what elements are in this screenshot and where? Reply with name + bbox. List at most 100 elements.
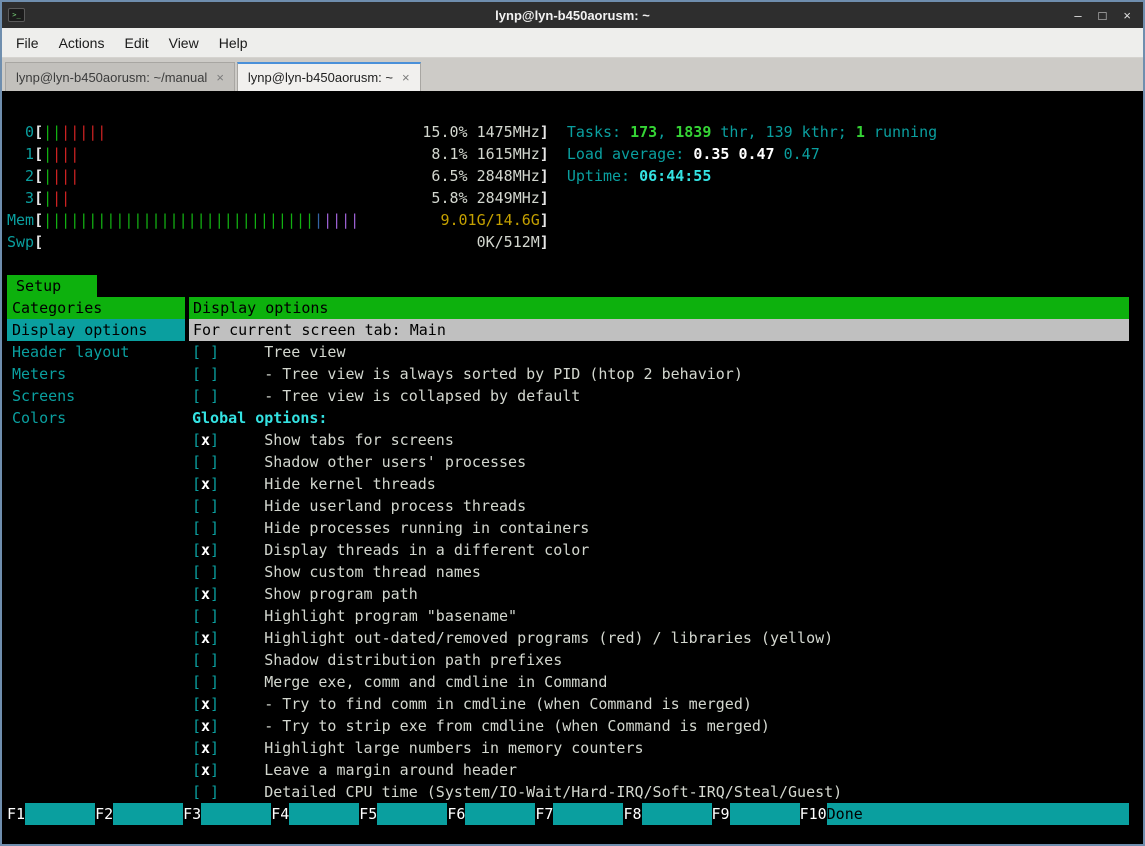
menu-item-actions[interactable]: Actions: [49, 31, 115, 55]
setup-option-row[interactable]: [ ]Merge exe, comm and cmdline in Comman…: [189, 671, 1129, 693]
setup-option-row[interactable]: [x]Show tabs for screens: [189, 429, 1129, 451]
fn-key-f4[interactable]: F4: [271, 803, 289, 825]
fn-label-f8[interactable]: [642, 803, 712, 825]
option-checkbox[interactable]: [ ]: [192, 341, 219, 363]
fn-key-f6[interactable]: F6: [447, 803, 465, 825]
checkbox-close-bracket: ]: [210, 783, 219, 801]
meter-bar-segment: ||||||||||||||||||||||||||||||: [43, 211, 314, 229]
fn-key-f3[interactable]: F3: [183, 803, 201, 825]
fn-key-f10[interactable]: F10: [800, 803, 827, 825]
option-checkbox[interactable]: [ ]: [192, 451, 219, 473]
info-segment: running: [865, 123, 937, 141]
menu-item-edit[interactable]: Edit: [114, 31, 158, 55]
checkbox-open-bracket: [: [192, 343, 201, 361]
setup-option-row[interactable]: [ ]Hide processes running in containers: [189, 517, 1129, 539]
checkbox-close-bracket: ]: [210, 629, 219, 647]
option-checkbox[interactable]: [ ]: [192, 781, 219, 803]
setup-option-row[interactable]: [ ]- Tree view is always sorted by PID (…: [189, 363, 1129, 385]
minimize-button[interactable]: –: [1074, 8, 1081, 23]
titlebar[interactable]: >_ lynp@lyn-b450aorusm: ~ – □ ×: [2, 2, 1143, 28]
option-checkbox[interactable]: [x]: [192, 715, 219, 737]
checkbox-close-bracket: ]: [210, 365, 219, 383]
terminal-tab-2[interactable]: lynp@lyn-b450aorusm: ~×: [237, 62, 421, 91]
info-segment: 06:44:55: [639, 167, 711, 185]
option-checkbox[interactable]: [ ]: [192, 649, 219, 671]
option-checkbox[interactable]: [x]: [192, 583, 219, 605]
setup-option-row[interactable]: [x] Hide kernel threads: [189, 473, 1129, 495]
meter-body: 0K/512M: [43, 231, 540, 253]
fn-label-f2[interactable]: [113, 803, 183, 825]
setup-option-row[interactable]: [ ]Shadow distribution path prefixes: [189, 649, 1129, 671]
fn-label-f7[interactable]: [553, 803, 623, 825]
category-item-screens[interactable]: Screens: [7, 385, 185, 407]
checkbox-open-bracket: [: [192, 651, 201, 669]
category-item-meters[interactable]: Meters: [7, 363, 185, 385]
setup-option-row[interactable]: [ ]Tree view: [189, 341, 1129, 363]
fn-label-f9[interactable]: [730, 803, 800, 825]
option-checkbox[interactable]: [x]: [192, 429, 219, 451]
fn-key-f1[interactable]: F1: [7, 803, 25, 825]
setup-option-row[interactable]: [ ]Highlight program "basename": [189, 605, 1129, 627]
fn-label-f3[interactable]: [201, 803, 271, 825]
fn-label-f5[interactable]: [377, 803, 447, 825]
meter-value: 0K/512M: [477, 231, 540, 253]
option-checkbox[interactable]: [ ]: [192, 495, 219, 517]
option-checkbox[interactable]: [ ]: [192, 363, 219, 385]
option-checkbox[interactable]: [x]: [192, 627, 219, 649]
restore-button[interactable]: □: [1099, 8, 1107, 23]
category-item-colors[interactable]: Colors: [7, 407, 185, 429]
option-checkbox[interactable]: [ ]: [192, 605, 219, 627]
checkbox-mark: [201, 495, 210, 517]
close-button[interactable]: ×: [1123, 8, 1131, 23]
menu-item-view[interactable]: View: [159, 31, 209, 55]
tab-close-icon[interactable]: ×: [216, 70, 224, 85]
menu-item-file[interactable]: File: [6, 31, 49, 55]
setup-option-row[interactable]: [x]- Try to find comm in cmdline (when C…: [189, 693, 1129, 715]
checkbox-open-bracket: [: [192, 629, 201, 647]
setup-option-row[interactable]: [x]Highlight out-dated/removed programs …: [189, 627, 1129, 649]
option-checkbox[interactable]: [ ]: [192, 385, 219, 407]
fn-label-f10[interactable]: Done: [827, 803, 1129, 825]
checkbox-close-bracket: ]: [210, 607, 219, 625]
fn-label-f6[interactable]: [465, 803, 535, 825]
meter-bars: |||||||||||||||||||||||||||||||||||: [43, 209, 359, 231]
option-checkbox[interactable]: [ ]: [192, 671, 219, 693]
category-item-header-layout[interactable]: Header layout: [7, 341, 185, 363]
option-checkbox[interactable]: [x]: [192, 539, 219, 561]
option-checkbox[interactable]: [ ]: [192, 561, 219, 583]
option-checkbox[interactable]: [x]: [192, 737, 219, 759]
setup-option-row[interactable]: [ ]Detailed CPU time (System/IO-Wait/Har…: [189, 781, 1129, 803]
terminal-screen[interactable]: 0[|||||||15.0% 1475MHz]Tasks: 173, 1839 …: [2, 91, 1143, 844]
checkbox-close-bracket: ]: [210, 563, 219, 581]
setup-option-row[interactable]: [x]- Try to strip exe from cmdline (when…: [189, 715, 1129, 737]
option-checkbox[interactable]: [x]: [192, 473, 219, 495]
tab-close-icon[interactable]: ×: [402, 70, 410, 85]
option-checkbox[interactable]: [ ]: [192, 517, 219, 539]
setup-option-row[interactable]: [x]Leave a margin around header: [189, 759, 1129, 781]
checkbox-close-bracket: ]: [210, 651, 219, 669]
fn-key-f8[interactable]: F8: [623, 803, 641, 825]
option-label: Hide kernel threads: [264, 473, 436, 495]
swap-meter: Swp[0K/512M]: [7, 231, 549, 253]
setup-option-row[interactable]: [ ]Hide userland process threads: [189, 495, 1129, 517]
setup-tab: Setup: [7, 275, 97, 297]
option-checkbox[interactable]: [x]: [192, 693, 219, 715]
setup-option-row[interactable]: [x]Highlight large numbers in memory cou…: [189, 737, 1129, 759]
fn-key-f9[interactable]: F9: [712, 803, 730, 825]
checkbox-mark: x: [201, 473, 210, 495]
category-item-display-options[interactable]: Display options: [7, 319, 185, 341]
setup-option-row[interactable]: [ ]Show custom thread names: [189, 561, 1129, 583]
setup-option-row[interactable]: [ ]- Tree view is collapsed by default: [189, 385, 1129, 407]
fn-key-f5[interactable]: F5: [359, 803, 377, 825]
setup-option-row[interactable]: [ ]Shadow other users' processes: [189, 451, 1129, 473]
setup-option-row[interactable]: [x]Show program path: [189, 583, 1129, 605]
option-checkbox[interactable]: [x]: [192, 759, 219, 781]
fn-key-f7[interactable]: F7: [535, 803, 553, 825]
fn-key-f2[interactable]: F2: [95, 803, 113, 825]
fn-label-f1[interactable]: [25, 803, 95, 825]
terminal-tab-1[interactable]: lynp@lyn-b450aorusm: ~/manual×: [5, 62, 235, 91]
setup-option-row[interactable]: [x]Display threads in a different color: [189, 539, 1129, 561]
meter-close-bracket: ]: [540, 121, 549, 143]
fn-label-f4[interactable]: [289, 803, 359, 825]
menu-item-help[interactable]: Help: [209, 31, 258, 55]
